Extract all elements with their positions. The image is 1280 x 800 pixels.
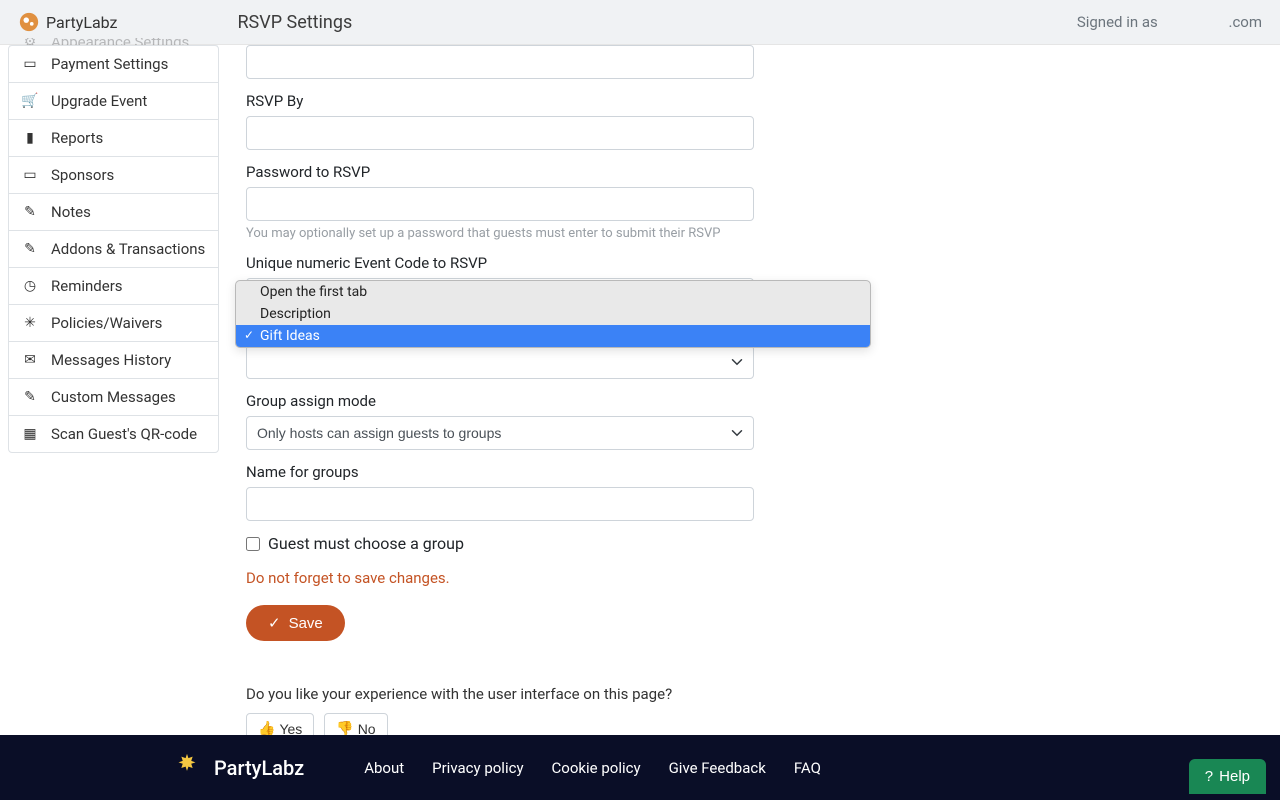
sidebar-item-appearance-settings[interactable]: ⚙ Appearance Settings bbox=[9, 38, 218, 46]
sidebar-item-label: Addons & Transactions bbox=[51, 240, 205, 258]
password-help: You may optionally set up a password tha… bbox=[246, 226, 754, 241]
sidebar: ⚙Appearance Settings▭Payment Settings🛒Up… bbox=[0, 45, 219, 764]
sidebar-item-label: Scan Guest's QR-code bbox=[51, 425, 197, 443]
messages-history-icon: ✉ bbox=[21, 352, 39, 368]
reminders-icon: ◷ bbox=[21, 278, 39, 294]
guest-choose-group-checkbox[interactable] bbox=[246, 537, 260, 551]
password-input[interactable] bbox=[246, 187, 754, 221]
group-mode-label: Group assign mode bbox=[246, 392, 754, 410]
group-mode-select[interactable]: Only hosts can assign guests to groups bbox=[246, 416, 754, 450]
sidebar-item-label: Appearance Settings bbox=[51, 38, 189, 46]
sidebar-item-label: Payment Settings bbox=[51, 55, 168, 73]
sidebar-item-label: Reports bbox=[51, 129, 103, 147]
event-code-label: Unique numeric Event Code to RSVP bbox=[246, 254, 754, 272]
footer-logo[interactable]: PartyLabz bbox=[170, 751, 304, 785]
reports-icon: ▮ bbox=[21, 130, 39, 146]
dropdown-option-description[interactable]: Description bbox=[236, 303, 870, 325]
sidebar-item-custom-messages[interactable]: ✎ Custom Messages bbox=[9, 379, 218, 416]
sidebar-item-label: Reminders bbox=[51, 277, 123, 295]
dropdown-option-open-the-first-tab[interactable]: Open the first tab bbox=[236, 281, 870, 303]
sidebar-item-upgrade-event[interactable]: 🛒 Upgrade Event bbox=[9, 83, 218, 120]
upgrade-event-icon: 🛒 bbox=[21, 93, 39, 109]
sidebar-item-payment-settings[interactable]: ▭ Payment Settings bbox=[9, 46, 218, 83]
footer-link-give-feedback[interactable]: Give Feedback bbox=[669, 759, 766, 777]
footer-link-privacy-policy[interactable]: Privacy policy bbox=[432, 759, 523, 777]
sidebar-item-reminders[interactable]: ◷ Reminders bbox=[9, 268, 218, 305]
sidebar-item-label: Upgrade Event bbox=[51, 92, 147, 110]
footer-nav: About Privacy policy Cookie policy Give Fee… bbox=[364, 759, 821, 777]
brand-logo[interactable]: PartyLabz bbox=[18, 11, 117, 33]
sidebar-item-label: Messages History bbox=[51, 351, 171, 369]
logo-icon bbox=[18, 11, 40, 33]
scan-guest-s-qr-code-icon: ▦ bbox=[21, 426, 39, 442]
sidebar-item-label: Notes bbox=[51, 203, 91, 221]
password-label: Password to RSVP bbox=[246, 163, 754, 181]
save-button[interactable]: ✓ Save bbox=[246, 605, 345, 641]
sidebar-item-messages-history[interactable]: ✉ Messages History bbox=[9, 342, 218, 379]
footer-logo-icon bbox=[170, 751, 204, 785]
appearance-settings-icon: ⚙ bbox=[21, 38, 39, 46]
dropdown-option-gift-ideas[interactable]: Gift Ideas bbox=[236, 325, 870, 347]
footer-link-cookie-policy[interactable]: Cookie policy bbox=[552, 759, 641, 777]
top-input[interactable] bbox=[246, 45, 754, 79]
guest-choose-group-label: Guest must choose a group bbox=[268, 534, 464, 553]
footer-link-faq[interactable]: FAQ bbox=[794, 759, 821, 777]
addons-transactions-icon: ✎ bbox=[21, 241, 39, 257]
sidebar-item-reports[interactable]: ▮ Reports bbox=[9, 120, 218, 157]
brand-name: PartyLabz bbox=[46, 13, 117, 32]
name-groups-label: Name for groups bbox=[246, 463, 754, 481]
notes-icon: ✎ bbox=[21, 204, 39, 220]
payment-settings-icon: ▭ bbox=[21, 56, 39, 72]
footer-link-about[interactable]: About bbox=[364, 759, 404, 777]
sponsors-icon: ▭ bbox=[21, 167, 39, 183]
rsvp-by-label: RSVP By bbox=[246, 92, 754, 110]
help-icon: ? bbox=[1205, 768, 1213, 785]
feedback-question: Do you like your experience with the use… bbox=[246, 685, 754, 703]
check-icon: ✓ bbox=[268, 614, 281, 632]
sidebar-item-addons-transactions[interactable]: ✎ Addons & Transactions bbox=[9, 231, 218, 268]
warn-text: Do not forget to save changes. bbox=[246, 569, 754, 587]
signed-in-text: Signed in as .com bbox=[1077, 13, 1262, 31]
sidebar-item-label: Policies/Waivers bbox=[51, 314, 162, 332]
policies-waivers-icon: ✳ bbox=[21, 315, 39, 331]
custom-messages-icon: ✎ bbox=[21, 389, 39, 405]
sidebar-item-notes[interactable]: ✎ Notes bbox=[9, 194, 218, 231]
footer: PartyLabz About Privacy policy Cookie poli… bbox=[0, 735, 1280, 800]
main-content: RSVP By Password to RSVP You may optiona… bbox=[228, 45, 772, 764]
sidebar-item-sponsors[interactable]: ▭ Sponsors bbox=[9, 157, 218, 194]
sidebar-item-label: Custom Messages bbox=[51, 388, 176, 406]
sidebar-item-policies-waivers[interactable]: ✳ Policies/Waivers bbox=[9, 305, 218, 342]
page-title: RSVP Settings bbox=[237, 12, 352, 33]
help-button[interactable]: ? Help bbox=[1189, 759, 1266, 794]
name-groups-input[interactable] bbox=[246, 487, 754, 521]
sidebar-item-scan-guest-s-qr-code[interactable]: ▦ Scan Guest's QR-code bbox=[9, 416, 218, 452]
sidebar-item-label: Sponsors bbox=[51, 166, 114, 184]
first-tab-select[interactable] bbox=[246, 345, 754, 379]
rsvp-by-input[interactable] bbox=[246, 116, 754, 150]
dropdown-menu: Open the first tabDescriptionGift Ideas bbox=[235, 280, 871, 348]
